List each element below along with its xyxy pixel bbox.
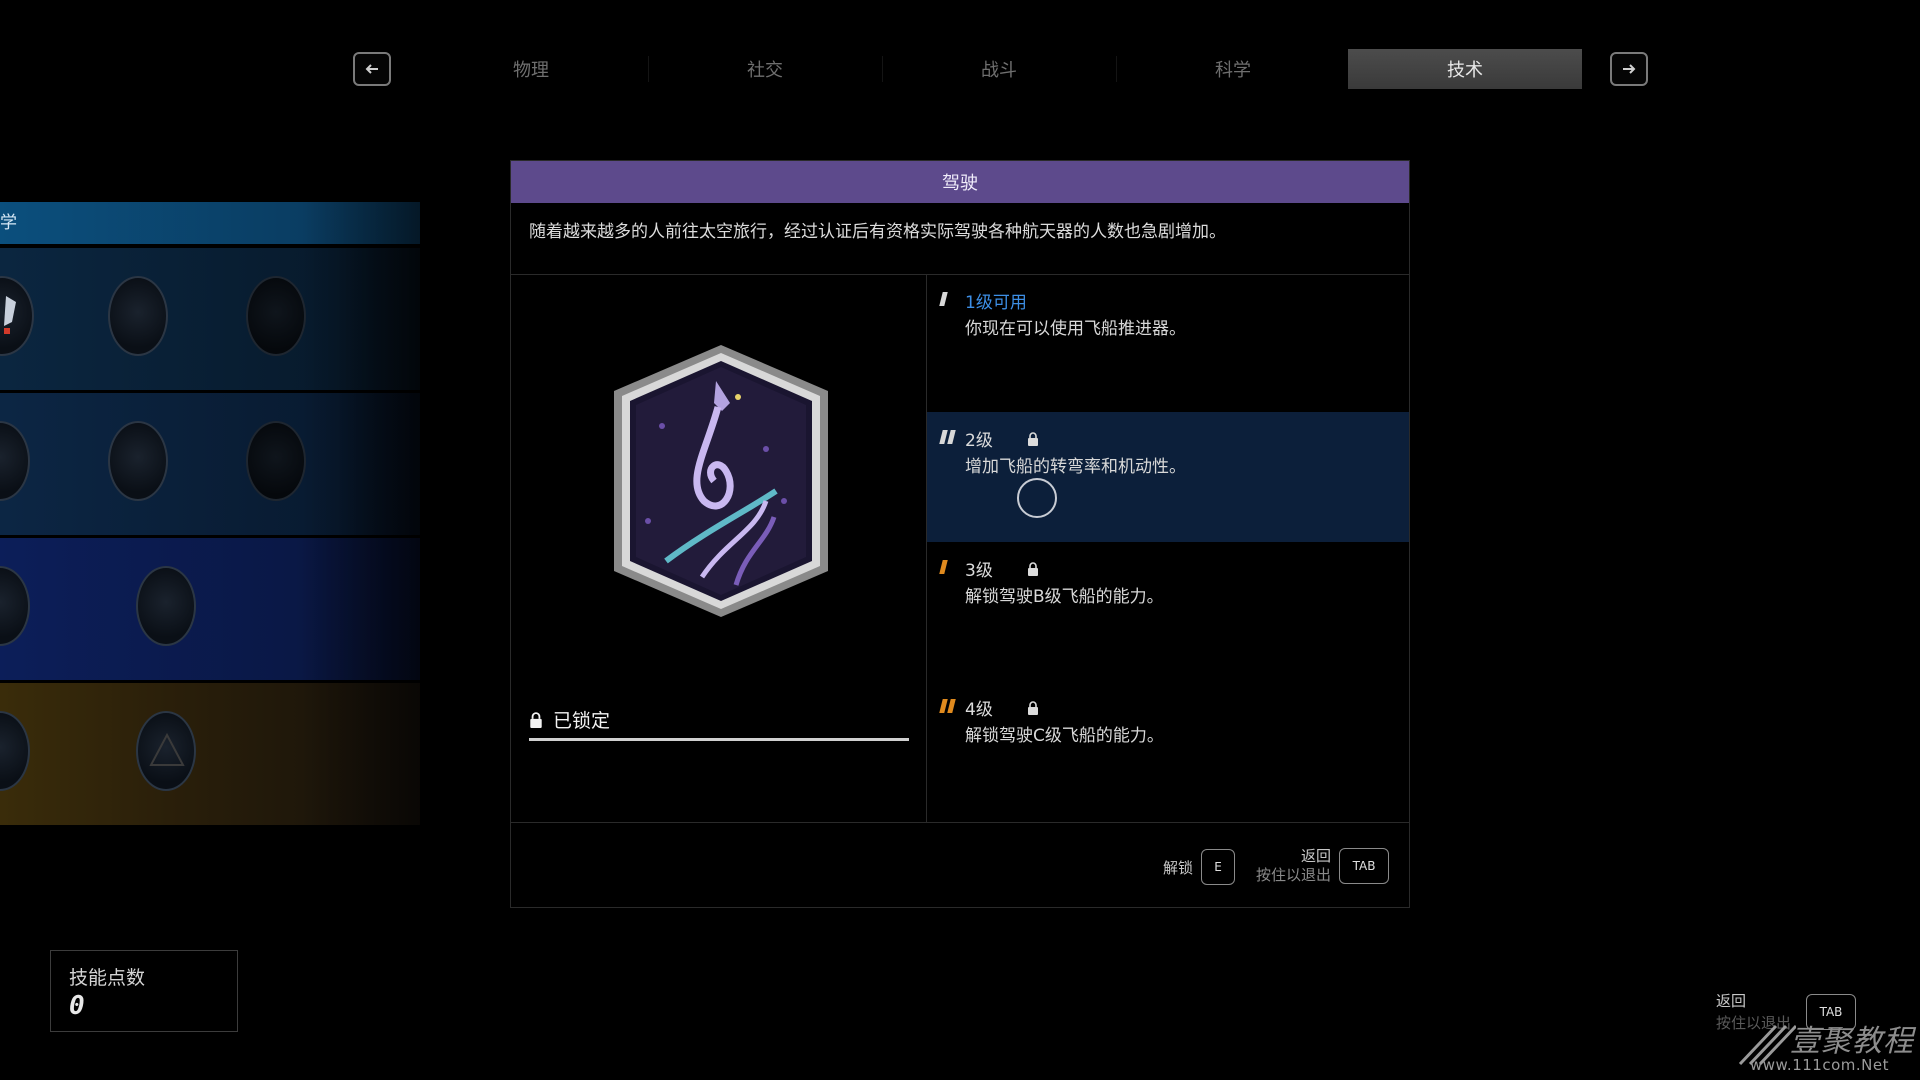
unlock-key: E — [1201, 849, 1236, 885]
lock-icon — [530, 711, 542, 728]
skill-points-value: 0 — [69, 991, 85, 1021]
skill-points-label: 技能点数 — [69, 967, 146, 989]
skill-title: 驾驶 — [511, 161, 1409, 203]
tab-science[interactable]: 科学 — [1116, 49, 1350, 89]
left-panel-fade — [0, 202, 430, 827]
tab-physical[interactable]: 物理 — [414, 49, 648, 89]
rank-1-desc: 你现在可以使用飞船推进器。 — [965, 319, 1186, 339]
rank-1-row[interactable]: 1级可用 你现在可以使用飞船推进器。 — [927, 274, 1409, 412]
tab-social[interactable]: 社交 — [648, 49, 882, 89]
global-back-label: 返回 — [1716, 992, 1747, 1010]
lock-icon — [1027, 700, 1038, 715]
rank-2-desc: 增加飞船的转弯率和机动性。 — [965, 457, 1186, 477]
divider — [511, 822, 1409, 823]
progress-bar — [529, 738, 909, 741]
rank-2-row[interactable]: 2级 增加飞船的转弯率和机动性。 — [927, 412, 1409, 542]
rank-1-marker — [939, 292, 948, 306]
tab-tech[interactable]: 技术 — [1348, 49, 1582, 89]
global-back-action[interactable]: 返回 — [1716, 992, 1746, 1011]
rank-3-label: 3级 — [965, 561, 993, 581]
lock-icon — [1027, 431, 1038, 446]
rank-3-marker — [939, 560, 948, 574]
piloting-badge-icon — [614, 345, 828, 617]
rank-3-desc: 解锁驾驶B级飞船的能力。 — [965, 587, 1164, 607]
skill-status: 已锁定 — [529, 706, 610, 733]
rank-4-desc: 解锁驾驶C级飞船的能力。 — [965, 726, 1164, 746]
skill-points-box: 技能点数 0 — [50, 950, 238, 1032]
back-sublabel: 按住以退出 — [1256, 866, 1332, 884]
back-label: 返回 — [1301, 847, 1332, 865]
rank-2-label: 2级 — [965, 431, 993, 451]
cursor-ring — [1017, 478, 1057, 518]
prev-tab-button[interactable] — [353, 52, 391, 86]
rank-4-row[interactable]: 4级 解锁驾驶C级飞船的能力。 — [927, 681, 1409, 821]
rank-4-label: 4级 — [965, 700, 993, 720]
rank-4-title: 4级 — [965, 695, 1039, 720]
arrow-left-icon — [365, 64, 378, 74]
skill-description: 随着越来越多的人前往太空旅行，经过认证后有资格实际驾驶各种航天器的人数也急剧增加… — [529, 222, 1226, 242]
unlock-action[interactable]: 解锁 E — [1163, 849, 1236, 885]
rank-1-label: 1级可用 — [965, 293, 1027, 313]
lock-icon — [1027, 561, 1038, 576]
watermark-logo: 壹聚教程 — [1790, 1024, 1914, 1059]
rank-4-marker — [939, 699, 956, 713]
watermark-url: www.111com.Net — [1750, 1056, 1889, 1074]
skill-status-label: 已锁定 — [553, 710, 611, 732]
skill-badge — [606, 341, 836, 621]
skill-detail-panel: 驾驶 随着越来越多的人前往太空旅行，经过认证后有资格实际驾驶各种航天器的人数也急… — [510, 160, 1410, 908]
back-action[interactable]: 返回 按住以退出 TAB — [1256, 847, 1390, 885]
arrow-right-icon — [1623, 64, 1636, 74]
tab-combat[interactable]: 战斗 — [882, 49, 1116, 89]
unlock-label: 解锁 — [1163, 858, 1194, 877]
rank-3-title: 3级 — [965, 556, 1039, 581]
next-tab-button[interactable] — [1610, 52, 1648, 86]
rank-2-marker — [939, 430, 956, 444]
rank-2-title: 2级 — [965, 426, 1039, 451]
tab-key: TAB — [1339, 848, 1390, 884]
rank-1-title: 1级可用 — [965, 288, 1027, 313]
rank-3-row[interactable]: 3级 解锁驾驶B级飞船的能力。 — [927, 542, 1409, 680]
